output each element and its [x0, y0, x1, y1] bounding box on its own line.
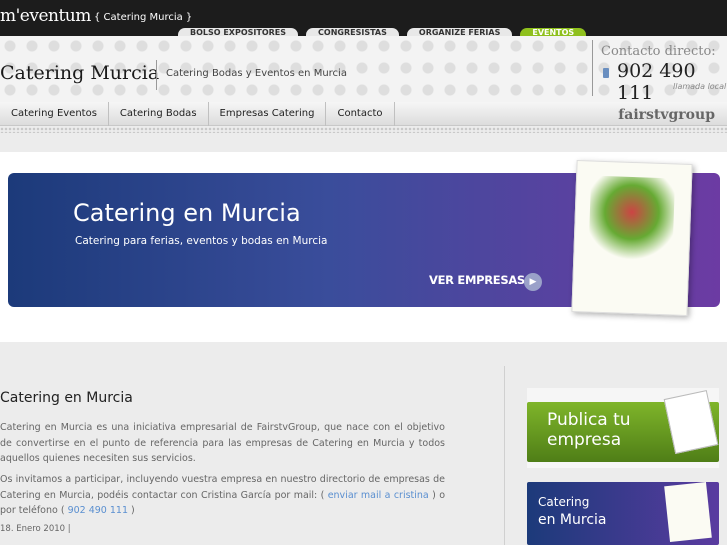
publica-empresa-banner[interactable]: Publica tu empresa: [527, 390, 719, 462]
phone-icon: [603, 68, 609, 78]
dotted-divider: [0, 127, 727, 133]
document-icon: [663, 390, 719, 454]
nav-empresas-catering[interactable]: Empresas Catering: [209, 102, 327, 126]
post-title: Catering en Murcia: [0, 390, 133, 406]
post-paragraph-1: Catering en Murcia es una iniciativa emp…: [0, 422, 445, 464]
para2-text-c: ): [128, 505, 135, 516]
catering-murcia-ad[interactable]: Catering en Murcia: [527, 481, 719, 545]
site-subtitle: Catering Bodas y Eventos en Murcia: [166, 68, 347, 79]
site-title[interactable]: Catering Murcia: [0, 62, 159, 84]
ad2-photo: [664, 481, 712, 543]
post-date: 18. Enero 2010 |: [0, 524, 71, 534]
email-cristina-link[interactable]: enviar mail a cristina: [328, 490, 429, 501]
arrow-right-icon[interactable]: ▶: [524, 273, 542, 291]
post-paragraph-2: Os invitamos a participar, incluyendo vu…: [0, 472, 445, 519]
phone-link[interactable]: 902 490 111: [68, 505, 128, 516]
top-bar: m'eventum { Catering Murcia } BOLSO EXPO…: [0, 0, 727, 42]
nav-catering-eventos[interactable]: Catering Eventos: [0, 102, 109, 126]
catering-photo: [571, 160, 693, 316]
banner-title: Catering en Murcia: [73, 199, 301, 227]
publica-empresa-text: Publica tu empresa: [547, 410, 631, 450]
ver-empresas-button[interactable]: VER EMPRESAS: [429, 273, 525, 287]
nav-catering-bodas[interactable]: Catering Bodas: [109, 102, 209, 126]
column-divider: [504, 366, 505, 545]
site-tag: { Catering Murcia }: [94, 12, 193, 23]
phone-note: llamada local: [673, 82, 727, 91]
food-image: [588, 175, 676, 267]
ad2-line1: Catering: [538, 495, 590, 509]
main-nav: Catering Eventos Catering Bodas Empresas…: [0, 102, 727, 126]
banner-subtitle: Catering para ferias, eventos y bodas en…: [75, 235, 328, 247]
contact-label: Contacto directo:: [601, 44, 716, 59]
ad2-line2: en Murcia: [538, 512, 607, 528]
meventum-logo[interactable]: m'eventum: [0, 6, 91, 26]
contact-box: Contacto directo: 902 490 111 llamada lo…: [592, 40, 727, 104]
top-tabs: BOLSO EXPOSITORES CONGRESISTAS ORGANIZE …: [178, 28, 587, 42]
title-separator: [156, 60, 157, 90]
publica-empresa-ad[interactable]: Publica tu empresa: [527, 388, 719, 468]
fairstvgroup-logo[interactable]: fairstvgroup: [618, 107, 715, 123]
ad1-line2: empresa: [547, 430, 622, 450]
ad1-line1: Publica tu: [547, 410, 631, 430]
nav-contacto[interactable]: Contacto: [326, 102, 395, 126]
